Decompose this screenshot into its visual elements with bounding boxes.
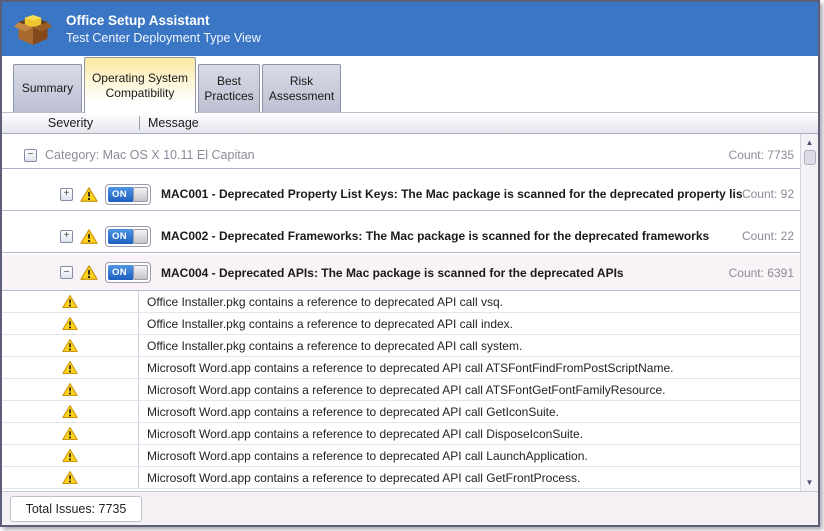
tab-summary[interactable]: Summary	[13, 64, 82, 112]
toggle-track: ON	[108, 187, 133, 202]
scroll-up-icon[interactable]: ▲	[802, 135, 818, 150]
toggle-knob[interactable]	[133, 265, 148, 280]
collapse-icon[interactable]: −	[60, 266, 73, 279]
warning-icon	[62, 448, 78, 463]
issue-message: Microsoft Word.app contains a reference …	[139, 427, 583, 441]
rule-toggle-on[interactable]: ON	[105, 184, 151, 205]
expand-icon[interactable]: +	[60, 188, 73, 201]
severity-cell	[2, 379, 139, 400]
issue-row[interactable]: Microsoft Word.app contains a reference …	[2, 401, 800, 423]
scrollbar-thumb[interactable]	[804, 150, 816, 165]
app-title: Office Setup Assistant	[66, 13, 261, 28]
warning-icon	[80, 264, 98, 281]
tab-label: Summary	[22, 81, 73, 96]
issue-message: Microsoft Word.app contains a reference …	[139, 383, 665, 397]
rule-row-mac004[interactable]: − ON MAC004 - Deprecated APIs: The Mac p…	[2, 255, 800, 291]
scroll-down-icon[interactable]: ▼	[802, 475, 818, 490]
issue-row[interactable]: Office Installer.pkg contains a referenc…	[2, 335, 800, 357]
toggle-track: ON	[108, 229, 133, 244]
warning-icon	[62, 338, 78, 353]
warning-icon	[62, 294, 78, 309]
issue-message: Microsoft Word.app contains a reference …	[139, 405, 559, 419]
warning-icon	[80, 186, 98, 203]
grid-rows: − Category: Mac OS X 10.11 El Capitan Co…	[2, 134, 800, 491]
warning-icon	[62, 404, 78, 419]
app-subtitle: Test Center Deployment Type View	[66, 31, 261, 45]
issue-row[interactable]: Microsoft Word.app contains a reference …	[2, 379, 800, 401]
package-box-icon	[13, 12, 53, 47]
status-bar: Total Issues: 7735	[2, 491, 818, 525]
toggle-track: ON	[108, 265, 133, 280]
warning-icon	[62, 382, 78, 397]
rule-title: MAC004 - Deprecated APIs: The Mac packag…	[161, 266, 624, 280]
severity-cell	[2, 401, 139, 422]
toggle-on-label: ON	[108, 267, 127, 278]
rule-title: MAC002 - Deprecated Frameworks: The Mac …	[161, 229, 709, 243]
rule-title: MAC001 - Deprecated Property List Keys: …	[161, 187, 742, 201]
warning-icon	[80, 228, 98, 245]
issue-row[interactable]: Office Installer.pkg contains a referenc…	[2, 313, 800, 335]
tab-risk-assessment[interactable]: Risk Assessment	[262, 64, 341, 112]
column-header-severity[interactable]: Severity	[2, 116, 139, 130]
results-grid: − Category: Mac OS X 10.11 El Capitan Co…	[2, 134, 818, 491]
issue-row[interactable]: Microsoft Word.app contains a reference …	[2, 357, 800, 379]
severity-cell	[2, 357, 139, 378]
collapse-icon[interactable]: −	[24, 149, 37, 162]
issue-message: Office Installer.pkg contains a referenc…	[139, 339, 522, 353]
rule-toggle-on[interactable]: ON	[105, 226, 151, 247]
issue-message: Microsoft Word.app contains a reference …	[139, 361, 673, 375]
issue-row[interactable]: Microsoft Word.app contains a reference …	[2, 467, 800, 489]
app-window: Office Setup Assistant Test Center Deplo…	[0, 0, 820, 527]
severity-cell	[2, 423, 139, 444]
issue-message: Office Installer.pkg contains a referenc…	[139, 295, 503, 309]
grid-column-headers: Severity Message	[2, 112, 818, 134]
tab-best-practices[interactable]: Best Practices	[198, 64, 260, 112]
issue-message: Office Installer.pkg contains a referenc…	[139, 317, 513, 331]
column-header-message[interactable]: Message	[140, 116, 199, 130]
expand-icon[interactable]: +	[60, 230, 73, 243]
rule-count: Count: 22	[742, 229, 800, 243]
rule-row-mac001[interactable]: + ON MAC001 - Deprecated Property List K…	[2, 178, 800, 211]
vertical-scrollbar[interactable]: ▲ ▼	[800, 134, 818, 491]
warning-icon	[62, 316, 78, 331]
rule-toggle-on[interactable]: ON	[105, 262, 151, 283]
category-label: Category: Mac OS X 10.11 El Capitan	[45, 148, 255, 162]
warning-icon	[62, 470, 78, 485]
severity-cell	[2, 313, 139, 334]
rule-count: Count: 6391	[729, 266, 800, 280]
titlebar: Office Setup Assistant Test Center Deplo…	[2, 2, 818, 56]
severity-cell	[2, 445, 139, 466]
tab-label: Operating System Compatibility	[89, 71, 191, 101]
category-count: Count: 7735	[729, 148, 800, 162]
spacer	[2, 134, 800, 142]
severity-cell	[2, 335, 139, 356]
category-row[interactable]: − Category: Mac OS X 10.11 El Capitan Co…	[2, 142, 800, 169]
severity-cell	[2, 291, 139, 312]
toggle-on-label: ON	[108, 231, 127, 242]
total-issues-badge: Total Issues: 7735	[10, 496, 142, 522]
warning-icon	[62, 426, 78, 441]
issue-row[interactable]: Office Installer.pkg contains a referenc…	[2, 291, 800, 313]
tab-label: Risk Assessment	[267, 74, 336, 104]
issue-message: Microsoft Word.app contains a reference …	[139, 449, 588, 463]
severity-cell	[2, 467, 139, 488]
spacer	[2, 211, 800, 220]
title-block: Office Setup Assistant Test Center Deplo…	[66, 13, 261, 45]
tab-strip: Summary Operating System Compatibility B…	[2, 56, 818, 112]
rule-count: Count: 92	[742, 187, 800, 201]
issue-row[interactable]: Microsoft Word.app contains a reference …	[2, 423, 800, 445]
tab-operating-system-compatibility[interactable]: Operating System Compatibility	[84, 57, 196, 113]
issue-message: Microsoft Word.app contains a reference …	[139, 471, 580, 485]
issue-row[interactable]: Microsoft Word.app contains a reference …	[2, 445, 800, 467]
tab-label: Best Practices	[203, 74, 255, 104]
toggle-knob[interactable]	[133, 187, 148, 202]
toggle-knob[interactable]	[133, 229, 148, 244]
spacer	[2, 169, 800, 178]
rule-row-mac002[interactable]: + ON MAC002 - Deprecated Frameworks: The…	[2, 220, 800, 253]
warning-icon	[62, 360, 78, 375]
toggle-on-label: ON	[108, 189, 127, 200]
